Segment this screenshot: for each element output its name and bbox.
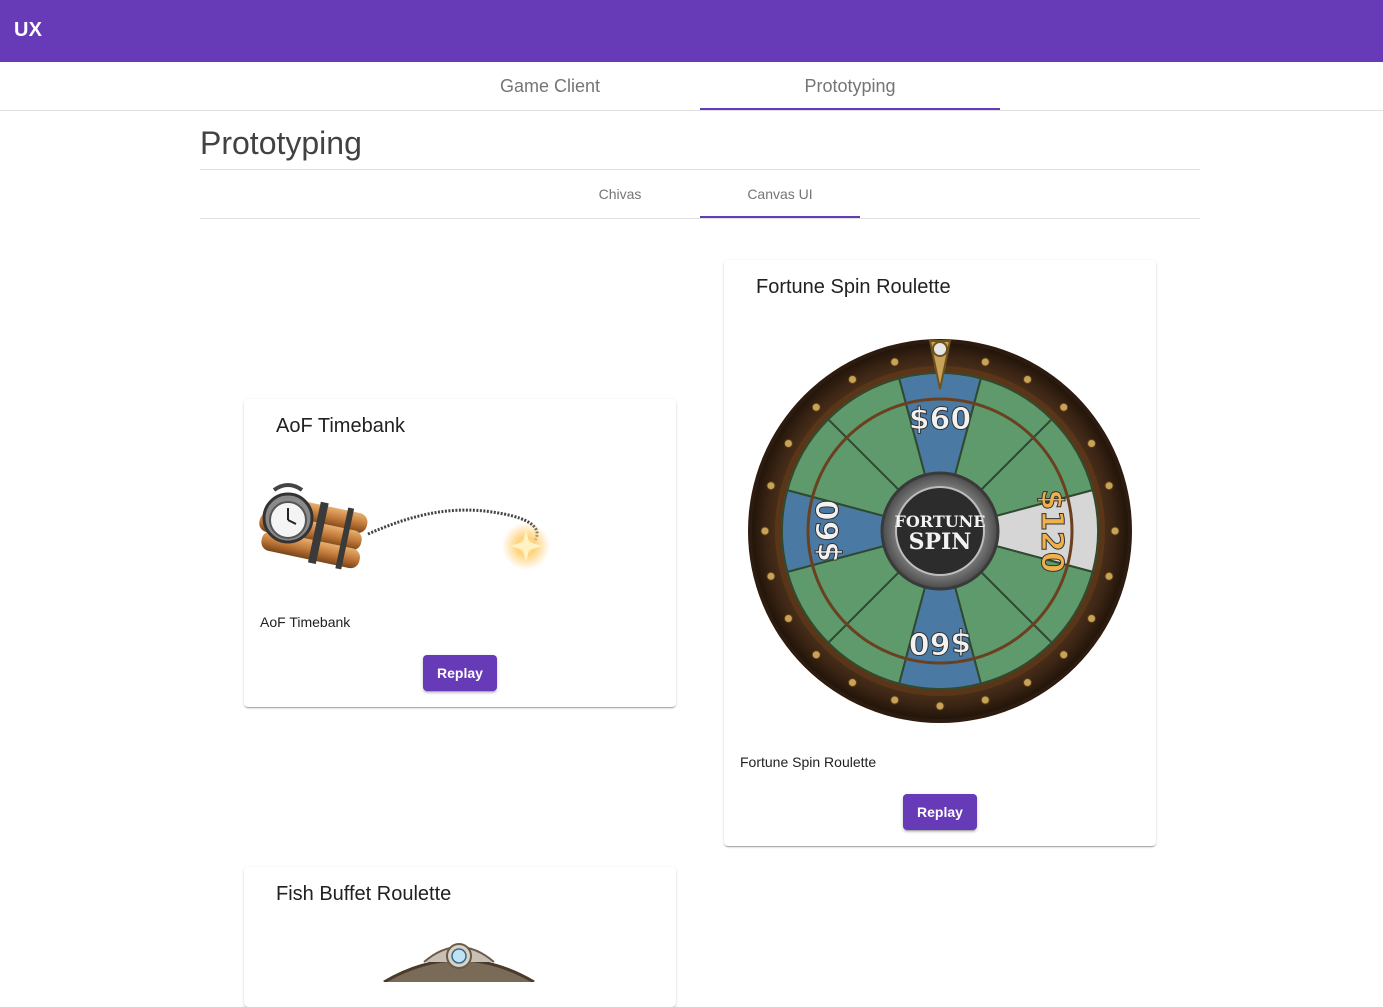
wheel-stud xyxy=(1087,439,1097,448)
wheel-stud xyxy=(1104,571,1114,581)
wheel-stud xyxy=(811,650,821,660)
roulette-wheel-icon[interactable]: FORTUNE SPIN $60$120$60$60 xyxy=(744,335,1136,727)
wheel-stud xyxy=(848,374,857,384)
wheel-stud xyxy=(935,701,945,711)
tab-prototyping[interactable]: Prototyping xyxy=(700,62,1000,110)
wheel-stud xyxy=(1059,650,1069,660)
card-caption: AoF Timebank xyxy=(260,614,351,630)
wheel-prize-label: $120 xyxy=(1034,489,1069,573)
sub-nav: Chivas Canvas UI xyxy=(200,170,1200,219)
top-nav: Game Client Prototyping xyxy=(0,62,1383,111)
card-aof-timebank: AoF Timebank AoF Timebank Replay xyxy=(244,399,676,707)
tab-chivas[interactable]: Chivas xyxy=(540,170,700,218)
wheel-stud xyxy=(848,678,857,688)
card-title: AoF Timebank xyxy=(276,415,405,437)
app-brand[interactable]: UX xyxy=(14,19,42,42)
card-title: Fish Buffet Roulette xyxy=(276,883,452,905)
card-title: Fortune Spin Roulette xyxy=(756,276,951,298)
page-title: Prototyping xyxy=(200,125,362,161)
wheel-stud xyxy=(1087,614,1097,623)
card-fish-buffet-roulette: Fish Buffet Roulette xyxy=(244,867,676,1007)
ornate-wheel-top-icon xyxy=(383,943,535,982)
replay-button[interactable]: Replay xyxy=(903,794,977,830)
app-bar: UX xyxy=(0,0,1383,62)
replay-button[interactable]: Replay xyxy=(423,655,497,691)
tab-game-client[interactable]: Game Client xyxy=(400,62,700,110)
tab-canvas-ui[interactable]: Canvas UI xyxy=(700,170,860,218)
timebomb-icon xyxy=(259,483,550,570)
wheel-prize-label: $60 xyxy=(811,500,846,563)
card-caption: Fortune Spin Roulette xyxy=(740,754,877,770)
wheel-stud xyxy=(1110,526,1120,536)
wheel-stud xyxy=(766,571,776,581)
card-fortune-spin-roulette: Fortune Spin Roulette FORTUNE SPIN $60 $1… xyxy=(724,260,1156,846)
wheel-stud xyxy=(760,526,770,536)
wheel-stud xyxy=(766,481,776,491)
wheel-stud xyxy=(890,695,900,705)
wheel-stud xyxy=(811,402,821,412)
wheel-stud xyxy=(1023,678,1032,688)
wheel-stud xyxy=(1059,402,1069,412)
wheel-stud xyxy=(783,614,793,623)
wheel-prize-label: $60 xyxy=(909,402,972,437)
wheel-hub-label: SPIN xyxy=(909,529,972,555)
wheel-stud xyxy=(1023,374,1032,384)
wheel-stud xyxy=(1104,481,1114,491)
wheel-stud xyxy=(890,357,900,367)
wheel-stud xyxy=(980,695,990,705)
wheel-stud xyxy=(980,357,990,367)
wheel-prize-label: $60 xyxy=(909,625,972,660)
wheel-stud xyxy=(783,439,793,448)
